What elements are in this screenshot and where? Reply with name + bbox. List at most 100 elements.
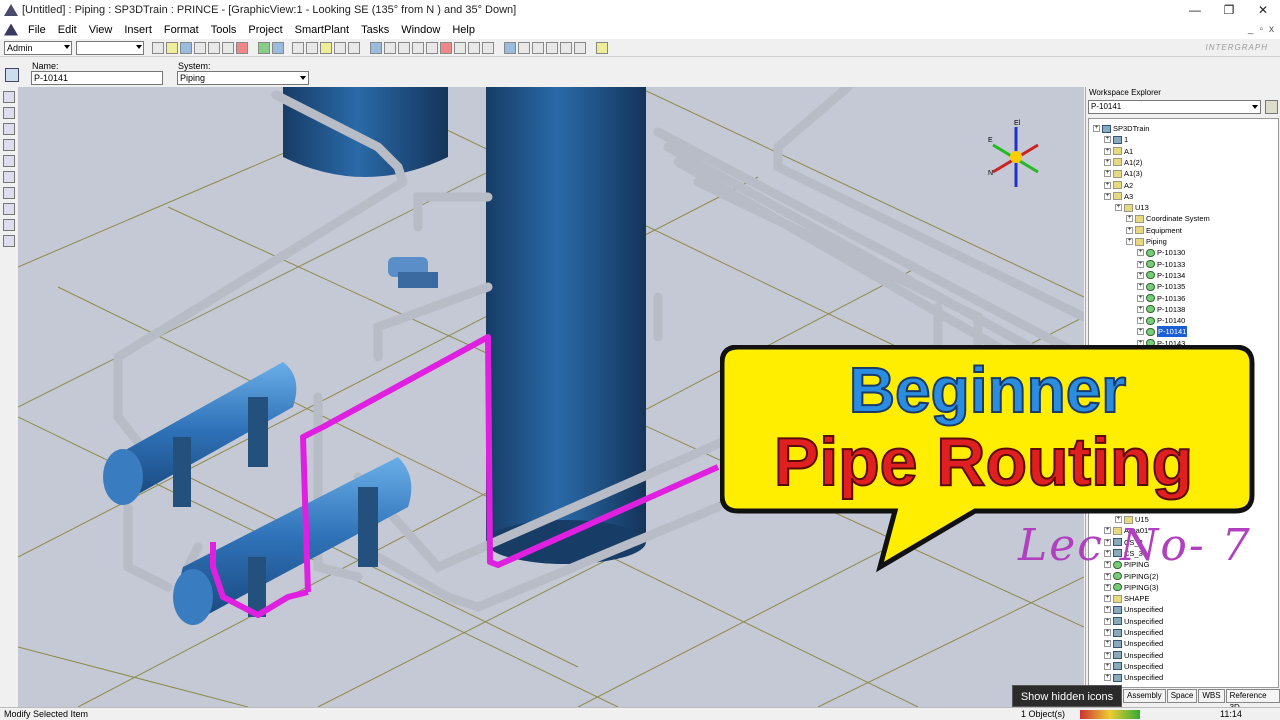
expand-icon[interactable]: + xyxy=(1104,617,1111,625)
tree-item[interactable]: + PIPING(3) xyxy=(1104,582,1159,593)
open-folder-icon[interactable] xyxy=(166,41,178,54)
tree-item[interactable]: + P-10140 xyxy=(1137,315,1185,326)
menu-smartplant[interactable]: SmartPlant xyxy=(289,24,355,36)
vessel-left[interactable] xyxy=(283,87,448,177)
column-vessel[interactable] xyxy=(486,87,646,564)
clip-icon[interactable] xyxy=(440,41,452,54)
tree-item[interactable]: + Equipment xyxy=(1126,225,1182,236)
walk-icon[interactable] xyxy=(560,41,572,54)
expand-icon[interactable]: + xyxy=(1104,595,1111,603)
expand-icon[interactable]: + xyxy=(1104,170,1111,178)
tree-item[interactable]: + U13 xyxy=(1115,202,1149,213)
expand-icon[interactable]: + xyxy=(1104,674,1111,682)
select-icon[interactable] xyxy=(306,41,318,54)
tree-item[interactable]: + A1(2) xyxy=(1104,157,1142,168)
tree-item[interactable]: + Unspecified xyxy=(1104,672,1163,683)
undo-icon[interactable] xyxy=(292,41,304,54)
menu-window[interactable]: Window xyxy=(395,24,446,36)
expand-icon[interactable]: + xyxy=(1104,662,1111,670)
new-file-icon[interactable] xyxy=(152,41,164,54)
properties-icon[interactable] xyxy=(334,41,346,54)
fit-icon[interactable] xyxy=(532,41,544,54)
mdi-minimize-icon[interactable]: _ xyxy=(1248,24,1254,35)
insert-component-icon[interactable] xyxy=(3,123,15,135)
expand-icon[interactable]: + xyxy=(1137,283,1144,291)
maximize-button[interactable]: ❐ xyxy=(1212,3,1246,17)
expand-icon[interactable]: + xyxy=(1104,158,1111,166)
expand-icon[interactable]: + xyxy=(1126,238,1133,245)
pump[interactable] xyxy=(388,257,438,288)
menu-tools[interactable]: Tools xyxy=(205,24,243,36)
name-field[interactable]: P-10141 xyxy=(31,71,163,85)
tool-icon[interactable] xyxy=(3,235,15,247)
rotate-icon[interactable] xyxy=(272,41,284,54)
shading-icon[interactable] xyxy=(468,41,480,54)
orbit-icon[interactable] xyxy=(574,41,586,54)
tree-item[interactable]: + A2 xyxy=(1104,180,1133,191)
heat-exchanger-lower[interactable] xyxy=(173,457,412,625)
delete-icon[interactable] xyxy=(236,41,248,54)
expand-icon[interactable]: + xyxy=(1137,249,1144,257)
tree-item[interactable]: + P-10141 xyxy=(1137,326,1188,338)
tree-item[interactable]: + P-10136 xyxy=(1137,293,1185,304)
filter-combo[interactable] xyxy=(76,40,144,55)
tree-item[interactable]: + A3 xyxy=(1104,191,1133,202)
render-icon[interactable] xyxy=(454,41,466,54)
view-common-icon[interactable] xyxy=(370,41,382,54)
tree-item[interactable]: + Unspecified xyxy=(1104,616,1163,627)
tree-item[interactable]: + Piping xyxy=(1126,236,1167,247)
properties-icon[interactable] xyxy=(5,68,19,82)
expand-icon[interactable]: + xyxy=(1137,271,1144,279)
tab-assembly[interactable]: Assembly xyxy=(1123,689,1166,703)
expand-icon[interactable]: + xyxy=(1104,583,1111,591)
tree-item[interactable]: + Unspecified xyxy=(1104,604,1163,615)
tree-item[interactable]: + Unspecified xyxy=(1104,650,1163,661)
menu-tasks[interactable]: Tasks xyxy=(355,24,395,36)
view-top-icon[interactable] xyxy=(384,41,396,54)
tree-item[interactable]: + P-10130 xyxy=(1137,247,1185,258)
connect-icon[interactable] xyxy=(3,171,15,183)
insert-tap-icon[interactable] xyxy=(3,155,15,167)
expand-icon[interactable]: + xyxy=(1104,651,1111,659)
help-icon[interactable] xyxy=(596,41,608,54)
move-icon[interactable] xyxy=(258,41,270,54)
expand-icon[interactable]: + xyxy=(1126,215,1133,223)
expand-icon[interactable]: + xyxy=(1137,317,1144,325)
tree-item[interactable]: + Coordinate System xyxy=(1126,213,1210,224)
tab-space[interactable]: Space xyxy=(1166,689,1198,703)
view-side-icon[interactable] xyxy=(412,41,424,54)
expand-icon[interactable]: + xyxy=(1104,136,1111,144)
mdi-close-icon[interactable]: x xyxy=(1269,24,1274,35)
explorer-combo[interactable]: P-10141 xyxy=(1088,100,1261,114)
menu-edit[interactable]: Edit xyxy=(52,24,83,36)
expand-icon[interactable]: + xyxy=(1104,606,1111,614)
insert-split-icon[interactable] xyxy=(3,139,15,151)
filter-icon[interactable] xyxy=(348,41,360,54)
menu-file[interactable]: File xyxy=(22,24,52,36)
paste-icon[interactable] xyxy=(222,41,234,54)
expand-icon[interactable]: + xyxy=(1137,260,1144,268)
tree-item[interactable]: + A1 xyxy=(1104,146,1133,157)
navigation-compass[interactable]: El E N xyxy=(988,120,1039,187)
save-icon[interactable] xyxy=(180,41,192,54)
expand-icon[interactable]: + xyxy=(1104,192,1111,200)
view-iso-icon[interactable] xyxy=(426,41,438,54)
tree-item[interactable]: + SHAPE xyxy=(1104,593,1149,604)
expand-icon[interactable]: + xyxy=(1104,181,1111,189)
expand-icon[interactable]: + xyxy=(1137,305,1144,313)
menu-help[interactable]: Help xyxy=(446,24,481,36)
sketch-icon[interactable] xyxy=(3,219,15,231)
expand-icon[interactable]: + xyxy=(1104,640,1111,648)
spool-icon[interactable] xyxy=(3,203,15,215)
tree-item[interactable]: + P-10134 xyxy=(1137,270,1185,281)
tab-reference-3d[interactable]: Reference 3D xyxy=(1225,689,1280,712)
expand-icon[interactable]: + xyxy=(1104,629,1111,636)
measure-icon[interactable] xyxy=(320,41,332,54)
expand-icon[interactable]: + xyxy=(1137,328,1144,336)
minimize-button[interactable]: — xyxy=(1178,3,1212,17)
tree-item[interactable]: + P-10133 xyxy=(1137,259,1185,270)
expand-icon[interactable]: + xyxy=(1126,226,1133,234)
user-combo[interactable]: Admin xyxy=(4,40,72,55)
tree-item[interactable]: + Unspecified xyxy=(1104,627,1163,638)
tree-item[interactable]: + A1(3) xyxy=(1104,168,1142,179)
